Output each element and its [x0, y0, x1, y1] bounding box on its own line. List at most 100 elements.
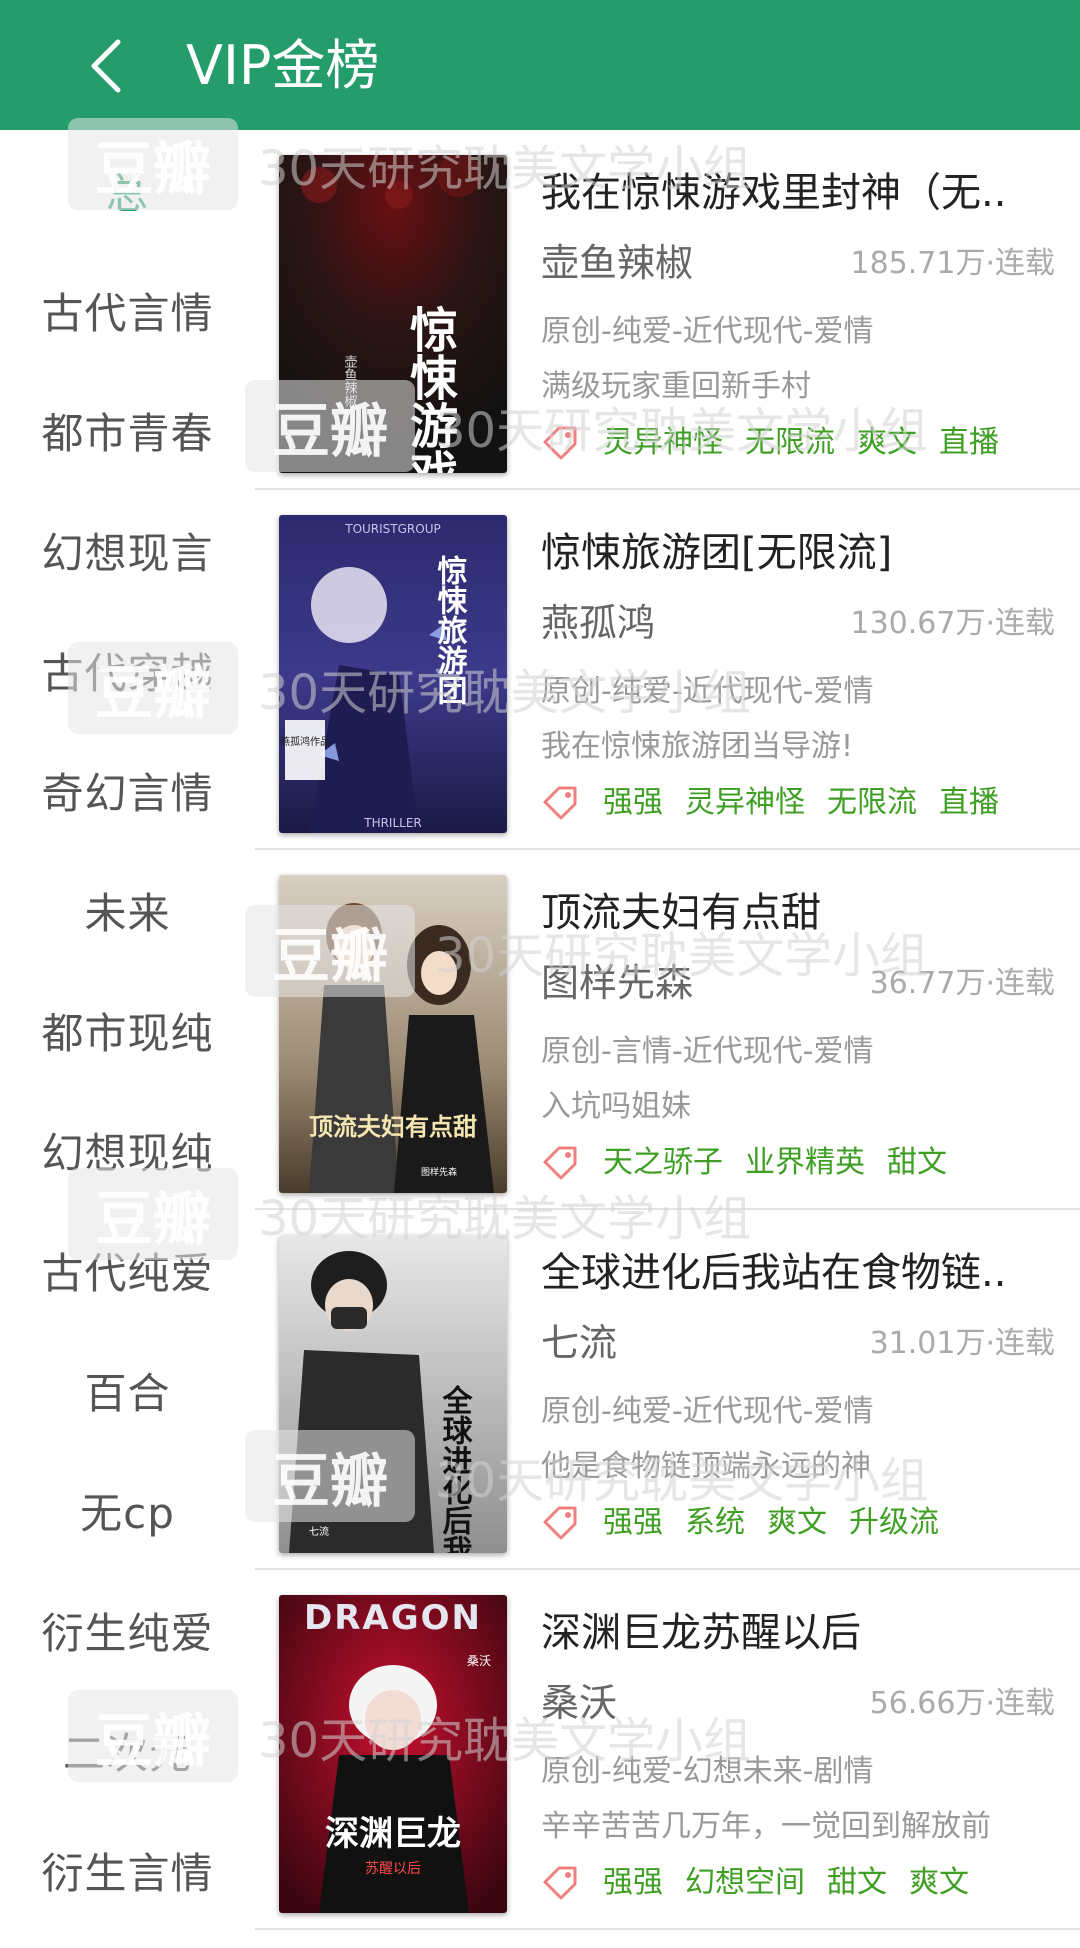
book-author: 燕孤鸿	[541, 601, 656, 645]
svg-text:THRILLER: THRILLER	[363, 816, 422, 830]
tag-row: 强强 幻想空间 甜文 爽文	[541, 1860, 991, 1906]
category-item-no-cp[interactable]: 无cp	[0, 1455, 255, 1565]
svg-text:燕孤鸿作品: 燕孤鸿作品	[280, 735, 330, 748]
svg-text:惊悚游戏: 惊悚游戏	[401, 305, 458, 473]
book-author: 图样先森	[541, 961, 694, 1005]
book-description: 我在惊悚旅游团当导游!	[541, 729, 854, 764]
tag-label[interactable]: 爽文	[857, 421, 917, 465]
category-item-fantasy-modern-bl[interactable]: 幻想现纯	[0, 1095, 255, 1205]
category-item-derivative-romance[interactable]: 衍生言情	[0, 1815, 255, 1925]
word-count-status: 185.71万·连载	[850, 246, 1055, 281]
category-item-derivative-bl[interactable]: 衍生纯爱	[0, 1575, 255, 1685]
book-cover[interactable]: DRAGON 深渊巨龙 苏醒以后 桑沃	[279, 1595, 507, 1913]
tag-row: 灵异神怪 无限流 爽文 直播	[541, 420, 1021, 466]
book-genre: 原创-纯爱-近代现代-爱情	[541, 1394, 874, 1429]
category-item-total[interactable]: 总	[0, 135, 255, 245]
book-title: 顶流夫妇有点甜	[541, 890, 821, 936]
book-item[interactable]: 顶流夫妇有点甜 图样先森 顶流夫妇有点甜 图样先森 36.77万·连载 原创-言…	[255, 850, 1080, 1210]
tag-label[interactable]: 天之骄子	[603, 1141, 723, 1185]
book-description: 满级玩家重回新手村	[541, 369, 811, 404]
tag-label[interactable]: 直播	[939, 781, 999, 825]
cover-image: 全球进化后我站在食物链顶端 七流	[279, 1235, 507, 1553]
book-author: 七流	[541, 1321, 618, 1365]
category-item-future[interactable]: 未来	[0, 855, 255, 965]
tag-icon	[543, 1866, 577, 1900]
svg-text:惊悚旅游团: 惊悚旅游团	[432, 554, 468, 705]
category-sidebar: 总 古代言情 都市青春 幻想现言 古代穿越 奇幻言情 未来 都市现纯 幻想现纯 …	[0, 130, 255, 1948]
tag-label[interactable]: 升级流	[849, 1501, 939, 1545]
book-description: 他是食物链顶端永远的神	[541, 1449, 871, 1484]
tag-label[interactable]: 灵异神怪	[603, 421, 723, 465]
tag-label[interactable]: 灵异神怪	[685, 781, 805, 825]
book-description: 入坑吗姐妹	[541, 1089, 691, 1124]
tag-label[interactable]: 强强	[603, 781, 663, 825]
category-item-fantasy-romance[interactable]: 奇幻言情	[0, 735, 255, 845]
book-item[interactable]: 惊悚游戏 壶鱼辣椒 我在惊悚游戏里封神（无.. 壶鱼辣椒 185.71万·连载 …	[255, 130, 1080, 490]
book-list: 惊悚游戏 壶鱼辣椒 我在惊悚游戏里封神（无.. 壶鱼辣椒 185.71万·连载 …	[255, 130, 1080, 1948]
svg-text:顶流夫妇有点甜: 顶流夫妇有点甜	[309, 1112, 477, 1141]
svg-text:壶鱼辣椒: 壶鱼辣椒	[342, 355, 358, 408]
category-item-fantasy-modern-romance[interactable]: 幻想现言	[0, 495, 255, 605]
cover-image: TOURISTGROUP 惊悚旅游团 THRILLER 燕孤鸿作品	[279, 515, 507, 833]
tag-label[interactable]: 甜文	[887, 1141, 947, 1185]
tag-row: 强强 系统 爽文 升级流	[541, 1500, 961, 1546]
svg-text:TOURISTGROUP: TOURISTGROUP	[344, 522, 440, 536]
page-title: VIP金榜	[186, 34, 380, 97]
svg-text:桑沃: 桑沃	[467, 1654, 491, 1668]
word-count-status: 36.77万·连载	[869, 966, 1055, 1001]
word-count-status: 130.67万·连载	[850, 606, 1055, 641]
book-genre: 原创-纯爱-近代现代-爱情	[541, 674, 874, 709]
cover-image: 顶流夫妇有点甜 图样先森	[279, 875, 507, 1193]
tag-label[interactable]: 业界精英	[745, 1141, 865, 1185]
category-item-gl[interactable]: 百合	[0, 1335, 255, 1445]
category-item-ancient-romance[interactable]: 古代言情	[0, 255, 255, 365]
book-author: 桑沃	[541, 1681, 618, 1725]
tag-label[interactable]: 甜文	[827, 1861, 887, 1905]
category-item-acg[interactable]: 二次元	[0, 1695, 255, 1805]
svg-text:七流: 七流	[309, 1525, 329, 1538]
tag-label[interactable]: 爽文	[909, 1861, 969, 1905]
category-item-ancient-time-travel[interactable]: 古代穿越	[0, 615, 255, 725]
tag-label[interactable]: 爽文	[767, 1501, 827, 1545]
tag-label[interactable]: 无限流	[827, 781, 917, 825]
book-title: 惊悚旅游团[无限流]	[541, 530, 893, 576]
tag-row: 强强 灵异神怪 无限流 直播	[541, 780, 1021, 826]
book-item[interactable]: 全球进化后我站在食物链顶端 七流 全球进化后我站在食物链.. 七流 31.01万…	[255, 1210, 1080, 1570]
svg-text:苏醒以后: 苏醒以后	[365, 1861, 421, 1877]
svg-text:DRAGON: DRAGON	[304, 1598, 482, 1638]
word-count-status: 56.66万·连载	[869, 1686, 1055, 1721]
book-title: 深渊巨龙苏醒以后	[541, 1610, 861, 1656]
tag-icon	[543, 426, 577, 460]
svg-text:全球进化后我站在食物链顶端: 全球进化后我站在食物链顶端	[437, 1384, 474, 1553]
cover-image: DRAGON 深渊巨龙 苏醒以后 桑沃	[279, 1595, 507, 1913]
top-app-bar: VIP金榜	[0, 0, 1080, 130]
tag-label[interactable]: 直播	[939, 421, 999, 465]
back-button[interactable]	[70, 26, 140, 106]
category-item-ancient-bl[interactable]: 古代纯爱	[0, 1215, 255, 1325]
tag-label[interactable]: 无限流	[745, 421, 835, 465]
tag-icon	[543, 1506, 577, 1540]
book-cover[interactable]: 顶流夫妇有点甜 图样先森	[279, 875, 507, 1193]
book-genre: 原创-言情-近代现代-爱情	[541, 1034, 874, 1069]
book-cover[interactable]: 惊悚游戏 壶鱼辣椒	[279, 155, 507, 473]
word-count-status: 31.01万·连载	[869, 1326, 1055, 1361]
tag-icon	[543, 1146, 577, 1180]
book-title: 我在惊悚游戏里封神（无..	[541, 170, 1007, 216]
tag-label[interactable]: 系统	[685, 1501, 745, 1545]
tag-icon	[543, 786, 577, 820]
svg-text:深渊巨龙: 深渊巨龙	[325, 1814, 461, 1854]
tag-label[interactable]: 幻想空间	[685, 1861, 805, 1905]
back-arrow-icon	[91, 39, 121, 93]
book-item[interactable]: DRAGON 深渊巨龙 苏醒以后 桑沃 深渊巨龙苏醒以后 桑沃 56.66万·连…	[255, 1570, 1080, 1930]
svg-text:图样先森: 图样先森	[421, 1166, 457, 1178]
book-author: 壶鱼辣椒	[541, 241, 694, 285]
book-item[interactable]: TOURISTGROUP 惊悚旅游团 THRILLER 燕孤鸿作品 惊悚旅游团[…	[255, 490, 1080, 850]
category-item-urban-youth[interactable]: 都市青春	[0, 375, 255, 485]
tag-row: 天之骄子 业界精英 甜文	[541, 1140, 969, 1186]
tag-label[interactable]: 强强	[603, 1501, 663, 1545]
book-cover[interactable]: TOURISTGROUP 惊悚旅游团 THRILLER 燕孤鸿作品	[279, 515, 507, 833]
tag-label[interactable]: 强强	[603, 1861, 663, 1905]
category-item-urban-modern-bl[interactable]: 都市现纯	[0, 975, 255, 1085]
book-cover[interactable]: 全球进化后我站在食物链顶端 七流	[279, 1235, 507, 1553]
book-description: 辛辛苦苦几万年，一觉回到解放前	[541, 1809, 991, 1844]
